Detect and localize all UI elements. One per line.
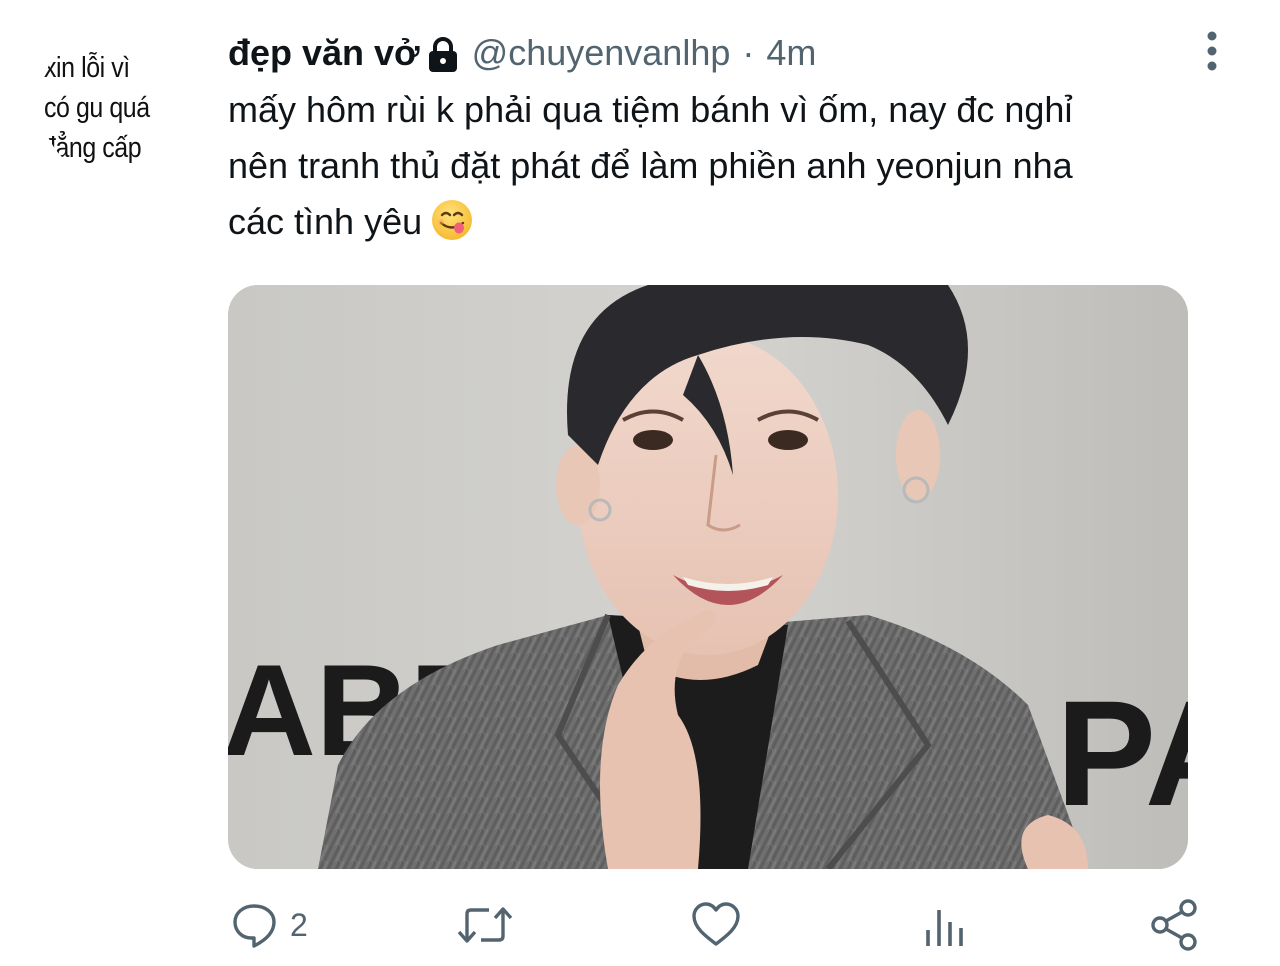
display-name[interactable]: đẹp văn vở — [228, 32, 420, 74]
timestamp[interactable]: 4m — [766, 32, 816, 74]
handle[interactable]: @chuyenvanlhp — [472, 32, 731, 74]
share-button[interactable] — [1148, 890, 1202, 960]
media-backdrop-text-right: PAI — [1056, 669, 1188, 837]
tweet-text-line-last: các tình yêu — [228, 194, 1248, 250]
more-options-icon[interactable] — [1198, 30, 1226, 72]
avatar-text-line: xin lỗi vì — [44, 52, 130, 84]
face-savoring-food-icon — [430, 198, 474, 242]
reply-count: 2 — [290, 906, 308, 943]
tweet-media-image[interactable]: ABEL PAI — [228, 285, 1188, 869]
avatar-text-line: có gu quá — [44, 92, 150, 124]
tweet-header: đẹp văn vở @chuyenvanlhp · 4m — [228, 30, 816, 76]
retweet-button[interactable] — [455, 890, 515, 960]
tweet-text-line: mấy hôm rùi k phải qua tiệm bánh vì ốm, … — [228, 89, 1073, 130]
like-icon — [690, 900, 742, 950]
tweet-text-segment: các tình yêu — [228, 201, 423, 242]
lock-icon — [426, 36, 460, 74]
reply-icon — [230, 900, 280, 950]
tweet-action-bar: 2 — [0, 890, 1280, 960]
avatar[interactable]: xin lỗi vì có gu quá đẳng cấp — [40, 22, 200, 182]
retweet-icon — [455, 900, 515, 950]
reply-button[interactable]: 2 — [230, 890, 308, 960]
avatar-text-line: đẳng cấp — [42, 132, 142, 164]
separator-dot: · — [742, 32, 755, 73]
like-button[interactable] — [690, 890, 742, 960]
share-icon — [1148, 898, 1202, 952]
views-button[interactable] — [920, 890, 970, 960]
tweet-text-line: nên tranh thủ đặt phát để làm phiền anh … — [228, 145, 1073, 186]
tweet-text: mấy hôm rùi k phải qua tiệm bánh vì ốm, … — [228, 82, 1248, 250]
views-icon — [920, 900, 970, 950]
